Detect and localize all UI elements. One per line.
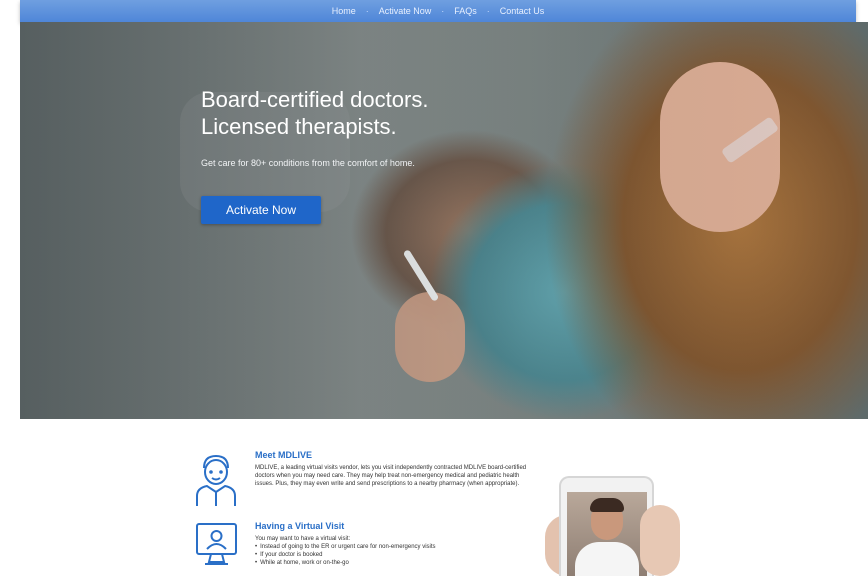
- nav-separator: ·: [441, 6, 445, 16]
- nav-separator: ·: [365, 6, 369, 16]
- meet-mdlive-block: Meet MDLIVE MDLIVE, a leading virtual vi…: [255, 450, 530, 488]
- hero-overlay: [20, 22, 868, 419]
- nav-home[interactable]: Home: [332, 6, 356, 16]
- hero-title-line2: Licensed therapists.: [201, 114, 397, 139]
- virtual-visit-block: Having a Virtual Visit You may want to h…: [255, 521, 530, 567]
- monitor-user-icon: [196, 523, 237, 565]
- hero-title: Board-certified doctors. Licensed therap…: [201, 86, 531, 140]
- nav-activate-now[interactable]: Activate Now: [379, 6, 432, 16]
- video-doctor-hair: [590, 498, 624, 512]
- phone-screen: [567, 492, 647, 576]
- nav-faqs[interactable]: FAQs: [454, 6, 477, 16]
- virtual-visit-bullet: While at home, work or on-the-go: [255, 559, 530, 567]
- hand-holding-phone-right: [640, 505, 680, 576]
- hero-subtitle: Get care for 80+ conditions from the com…: [201, 158, 415, 168]
- hero-title-line1: Board-certified doctors.: [201, 87, 429, 112]
- meet-mdlive-text: MDLIVE, a leading virtual visits vendor,…: [255, 465, 527, 487]
- nav-separator: ·: [486, 6, 490, 16]
- top-nav: Home · Activate Now · FAQs · Contact Us: [20, 0, 856, 22]
- meet-mdlive-title: Meet MDLIVE: [255, 450, 313, 460]
- nav-contact-us[interactable]: Contact Us: [500, 6, 545, 16]
- virtual-visit-title: Having a Virtual Visit: [255, 521, 345, 531]
- hero-banner: Board-certified doctors. Licensed therap…: [20, 22, 868, 419]
- doctor-icon: [196, 454, 236, 506]
- virtual-visit-bullet: Instead of going to the ER or urgent car…: [255, 543, 530, 551]
- virtual-visit-intro: You may want to have a virtual visit:: [255, 536, 351, 542]
- activate-now-button[interactable]: Activate Now: [201, 196, 321, 224]
- virtual-visit-bullet: If your doctor is booked: [255, 551, 530, 559]
- video-doctor-coat: [575, 542, 639, 576]
